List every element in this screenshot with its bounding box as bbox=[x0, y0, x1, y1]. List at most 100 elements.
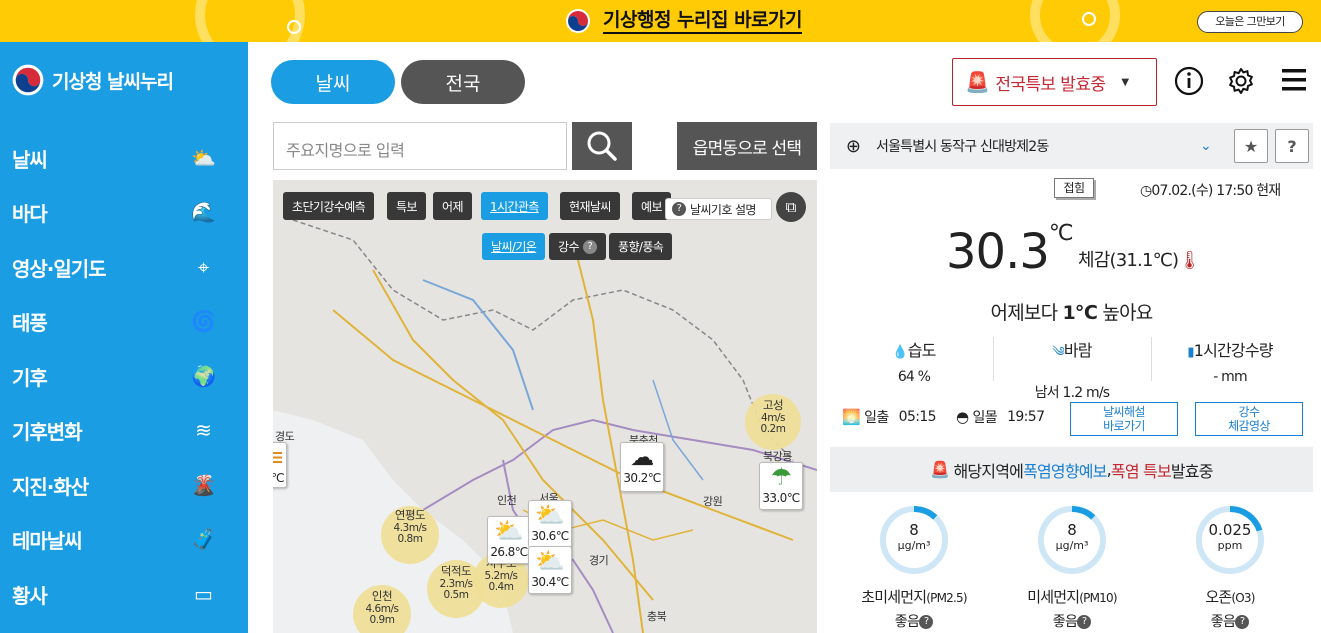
sidebar-item-sea[interactable]: 바다 🌊 bbox=[0, 192, 248, 232]
settings-button[interactable] bbox=[1224, 66, 1258, 103]
kma-logo-icon bbox=[12, 64, 44, 96]
wind-label: 바람 bbox=[1063, 341, 1093, 360]
map-place-label: 충북 bbox=[647, 610, 667, 623]
search-icon bbox=[587, 131, 617, 161]
air-gauge-status[interactable]: 좋음? bbox=[992, 611, 1152, 631]
fold-button[interactable]: 접힘 bbox=[1054, 178, 1094, 198]
partly-sunny-icon: ⛅ bbox=[494, 517, 524, 545]
site-logo[interactable]: 기상청 날씨누리 bbox=[12, 64, 174, 96]
sidebar-item-climate-change[interactable]: 기후변화 ≋ bbox=[0, 410, 248, 450]
air-gauge-label: 오존(O3) bbox=[1150, 586, 1310, 607]
radar-target-icon: ⌖ bbox=[197, 255, 209, 279]
admin-site-link[interactable]: 기상행정 누리집 바로가기 bbox=[565, 8, 803, 34]
wind-station-goseong[interactable]: 고성 4m/s 0.2m bbox=[745, 394, 801, 450]
air-gauge-status[interactable]: 좋음? bbox=[834, 611, 994, 631]
card-temp: .4℃ bbox=[273, 471, 285, 485]
favorite-button[interactable]: ★ bbox=[1234, 129, 1268, 163]
rainfall-label: 1시간강수량 bbox=[1193, 341, 1274, 360]
map-btn-hourly-obs[interactable]: 1시간관측 bbox=[481, 192, 548, 220]
info-icon bbox=[1174, 66, 1204, 96]
weather-card[interactable]: ⛅ 26.8℃ bbox=[487, 516, 531, 564]
sidebar-item-label: 날씨 bbox=[12, 147, 48, 172]
top-banner: 기상행정 누리집 바로가기 오늘은 그만보기 bbox=[0, 0, 1321, 42]
question-icon: ? bbox=[919, 615, 934, 629]
sidebar-item-climate[interactable]: 기후 🌍 bbox=[0, 356, 248, 396]
chevron-down-icon: ▼ bbox=[1121, 76, 1129, 88]
globe-thermometer-icon: 🌍 bbox=[191, 364, 216, 388]
help-button[interactable]: ? bbox=[1275, 129, 1309, 163]
gauge-value: 0.025 bbox=[1208, 521, 1252, 539]
gauge-label-main: 초미세먼지 bbox=[861, 588, 927, 606]
air-gauge-ring[interactable]: 8 μg/m³ bbox=[1037, 505, 1107, 575]
gauge-unit: ppm bbox=[1217, 539, 1243, 552]
sidebar-item-weather[interactable]: 날씨 ⛅ bbox=[0, 138, 248, 178]
feels-like-text: 체감(31.1℃) bbox=[1078, 250, 1179, 271]
map-btn-wind[interactable]: 풍향/풍속 bbox=[609, 233, 673, 260]
weather-card[interactable]: ≡.4℃ bbox=[273, 442, 287, 488]
air-gauge-label: 초미세먼지(PM2.5) bbox=[834, 586, 994, 607]
chevron-down-icon: ⌄ bbox=[1200, 138, 1212, 154]
search-button[interactable] bbox=[572, 122, 632, 170]
compare-suffix: 높아요 bbox=[1097, 302, 1153, 324]
map-btn-precip[interactable]: 강수? bbox=[549, 233, 606, 260]
wind-station-yeonpyeong[interactable]: 연평도 4.3m/s 0.8m bbox=[381, 506, 439, 564]
link-line: 강수 bbox=[1238, 405, 1260, 419]
info-button[interactable] bbox=[1172, 66, 1206, 103]
question-icon: ? bbox=[582, 239, 597, 254]
mask-icon: ▭ bbox=[194, 582, 213, 606]
precip-feel-video-link[interactable]: 강수 체감영상 bbox=[1195, 402, 1303, 436]
typhoon-icon: 🌀 bbox=[191, 309, 216, 333]
droplet-icon: 💧 bbox=[892, 345, 908, 360]
weather-card[interactable]: ☂ 33.0℃ bbox=[759, 462, 803, 510]
air-gauge-ring[interactable]: 8 μg/m³ bbox=[879, 505, 949, 575]
siren-icon: 🚨 bbox=[930, 460, 950, 479]
sidebar-item-imagery[interactable]: 영상·일기도 ⌖ bbox=[0, 247, 248, 287]
link-line: 체감영상 bbox=[1228, 419, 1270, 433]
sidebar-item-earthquake[interactable]: 지진·화산 🌋 bbox=[0, 465, 248, 505]
card-temp: 30.6℃ bbox=[531, 529, 569, 543]
rainfall-stat: ▮1시간강수량 - mm bbox=[1150, 337, 1310, 385]
station-name: 연평도 bbox=[394, 508, 426, 522]
temperature-value: 30.3 bbox=[946, 224, 1050, 280]
tab-nationwide[interactable]: 전국 bbox=[401, 60, 525, 104]
question-icon: ? bbox=[1235, 615, 1250, 629]
menu-button[interactable] bbox=[1277, 66, 1311, 101]
sidebar-item-theme[interactable]: 테마날씨 🧳 bbox=[0, 519, 248, 559]
weather-map[interactable]: 초단기강수예측 특보 어제 1시간관측 현재날씨 예보 ? 날씨기호 설명 ⧉ 날… bbox=[273, 180, 817, 633]
card-temp: 33.0℃ bbox=[762, 491, 800, 505]
dismiss-today-button[interactable]: 오늘은 그만보기 bbox=[1197, 11, 1303, 33]
air-gauge-status[interactable]: 좋음? bbox=[1150, 611, 1310, 631]
weather-card[interactable]: ⛅ 30.4℃ bbox=[528, 546, 572, 594]
sidebar-item-label: 바다 bbox=[12, 201, 48, 226]
sidebar-item-typhoon[interactable]: 태풍 🌀 bbox=[0, 301, 248, 341]
sidebar-item-yellow-dust[interactable]: 황사 ▭ bbox=[0, 574, 248, 614]
map-btn-weather-temp[interactable]: 날씨/기온 bbox=[482, 233, 546, 260]
gear-icon bbox=[1229, 68, 1253, 94]
weather-commentary-link[interactable]: 날씨해설 바로가기 bbox=[1070, 402, 1178, 436]
map-btn-current[interactable]: 현재날씨 bbox=[560, 192, 620, 220]
tab-weather[interactable]: 날씨 bbox=[271, 60, 395, 104]
external-link-icon: ⧉ bbox=[785, 198, 797, 216]
heat-warning-link[interactable]: 폭염 특보 bbox=[1111, 458, 1172, 482]
wind-station-incheon[interactable]: 인천 4.6m/s 0.9m bbox=[353, 585, 411, 633]
search-input[interactable]: 주요지명으로 입력 bbox=[273, 122, 567, 170]
question-icon: ? bbox=[1287, 136, 1297, 156]
weather-symbol-help-button[interactable]: ? 날씨기호 설명 bbox=[665, 198, 772, 220]
nationwide-alert-dropdown[interactable]: 🚨 전국특보 발효중 ▼ bbox=[952, 58, 1157, 106]
open-external-map-button[interactable]: ⧉ bbox=[776, 192, 806, 222]
sidebar-item-label: 태풍 bbox=[12, 310, 48, 335]
map-place-label: 강원 bbox=[703, 495, 723, 508]
map-btn-warning[interactable]: 특보 bbox=[387, 192, 426, 220]
wind-value: 남서 1.2 m/s bbox=[1034, 385, 1110, 401]
map-btn-nowcast[interactable]: 초단기강수예측 bbox=[283, 192, 375, 220]
air-gauge-ring[interactable]: 0.025 ppm bbox=[1195, 505, 1265, 575]
question-icon: ? bbox=[1077, 615, 1092, 629]
impact-forecast-link[interactable]: 폭염영향예보 bbox=[1023, 458, 1107, 482]
weather-card[interactable]: ⛅ 30.6℃ bbox=[528, 500, 572, 548]
weather-card[interactable]: ☁ 30.2℃ bbox=[620, 442, 664, 492]
regional-warning-banner[interactable]: 🚨 해당지역에 폭염영향예보 , 폭염 특보 발효중 bbox=[830, 447, 1313, 492]
select-by-district-button[interactable]: 읍면동으로 선택 bbox=[677, 122, 817, 170]
cloudy-icon: ☁ bbox=[630, 443, 654, 471]
map-btn-yesterday[interactable]: 어제 bbox=[433, 192, 472, 220]
gps-target-icon: ⊕ bbox=[845, 135, 861, 157]
